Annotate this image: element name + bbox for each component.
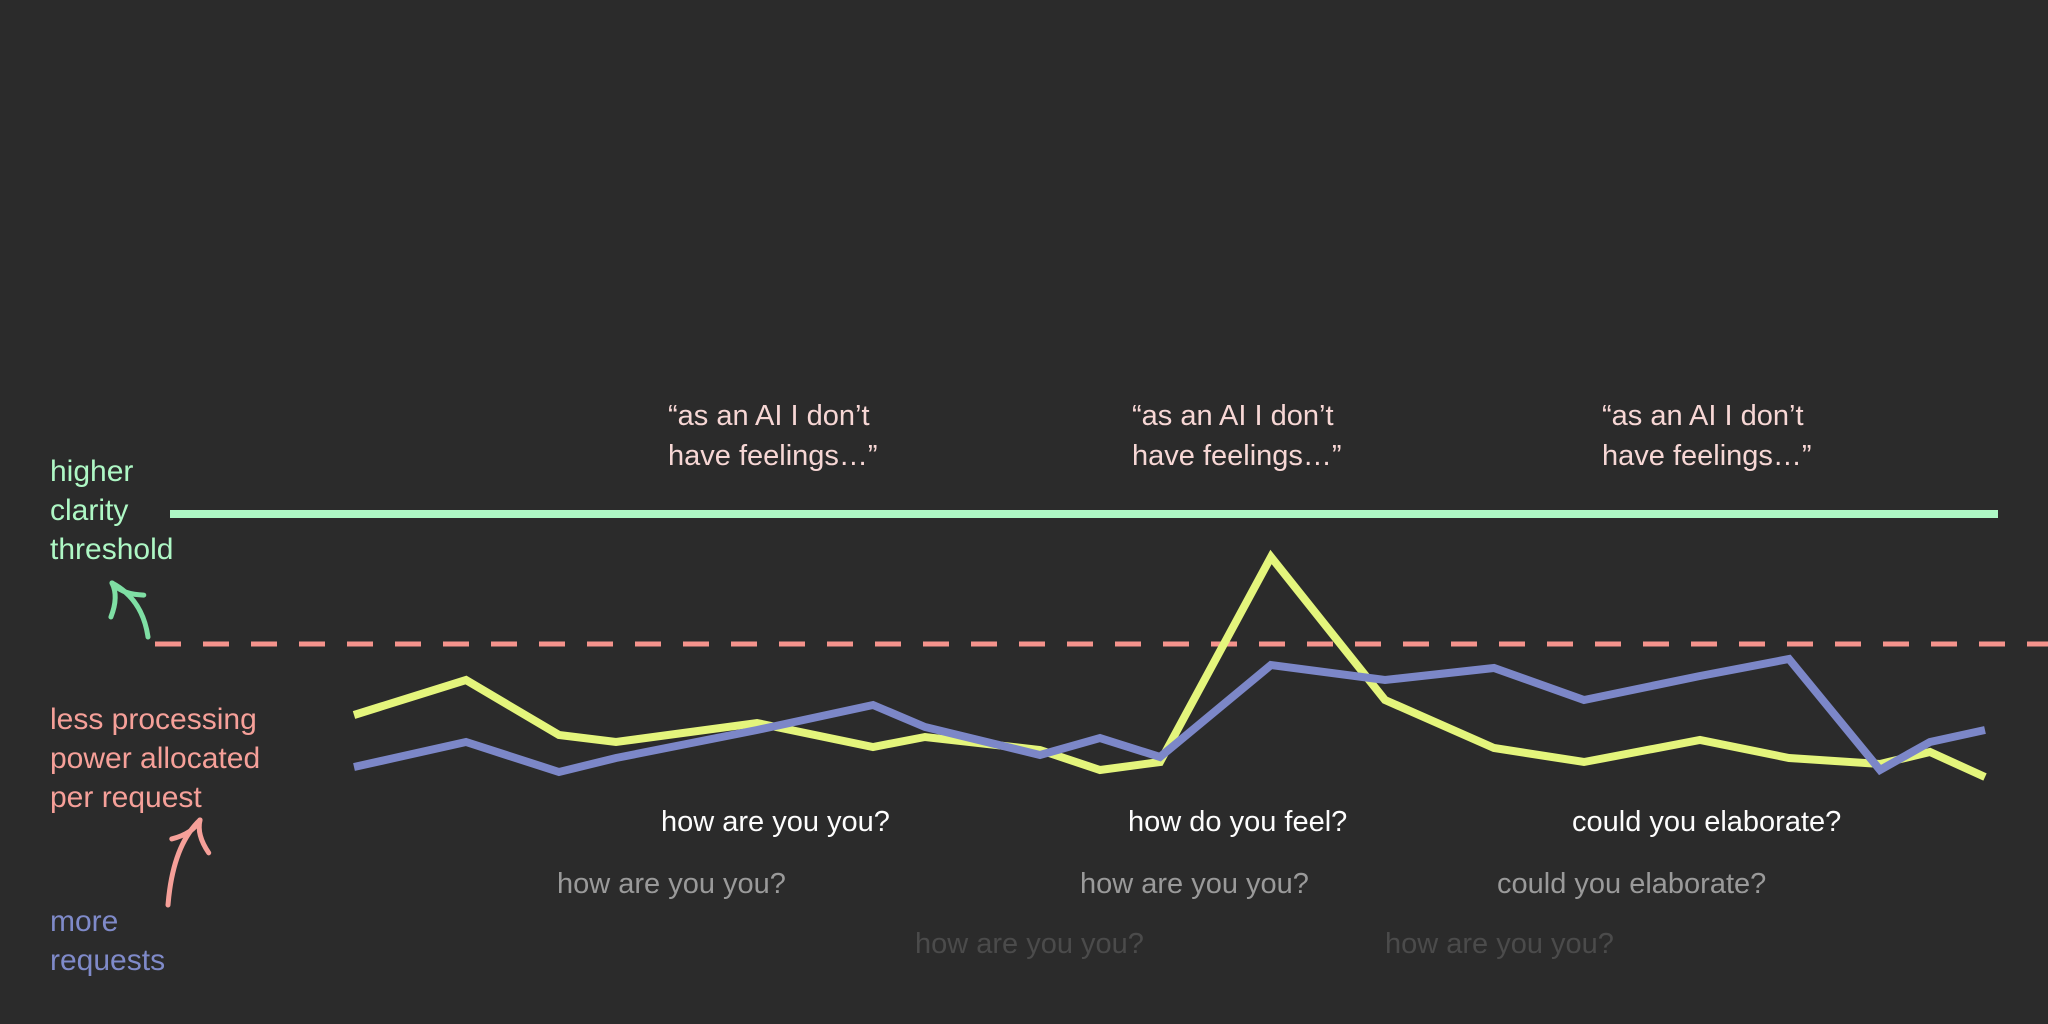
callout-quote: “as an AI I don’t have feelings…” — [1602, 400, 1812, 472]
prompt-label-secondary: could you elaborate? — [1497, 868, 1767, 900]
requests-line — [353, 654, 1986, 777]
prompt-label-primary: how are you you? — [661, 806, 890, 838]
chart-canvas: higher clarity threshold less processing… — [0, 0, 2048, 1024]
callout-quote: “as an AI I don’t have feelings…” — [1132, 400, 1342, 472]
arrow-up-to-clarity-icon — [108, 580, 151, 640]
prompt-label-secondary: how are you you? — [1080, 868, 1309, 900]
callout-quote: “as an AI I don’t have feelings…” — [668, 400, 878, 472]
prompt-label-tertiary: how are you you? — [1385, 928, 1614, 960]
prompt-label-primary: could you elaborate? — [1572, 806, 1842, 838]
prompt-label-tertiary: how are you you? — [915, 928, 1144, 960]
arrow-up-to-processing-icon — [165, 817, 212, 908]
prompt-label-secondary: how are you you? — [557, 868, 786, 900]
clarity-threshold-label: higher clarity threshold — [50, 455, 174, 566]
processing-power-label: less processing power allocated per requ… — [50, 703, 261, 814]
requests-label: more requests — [50, 905, 166, 977]
prompt-label-primary: how do you feel? — [1128, 806, 1348, 838]
